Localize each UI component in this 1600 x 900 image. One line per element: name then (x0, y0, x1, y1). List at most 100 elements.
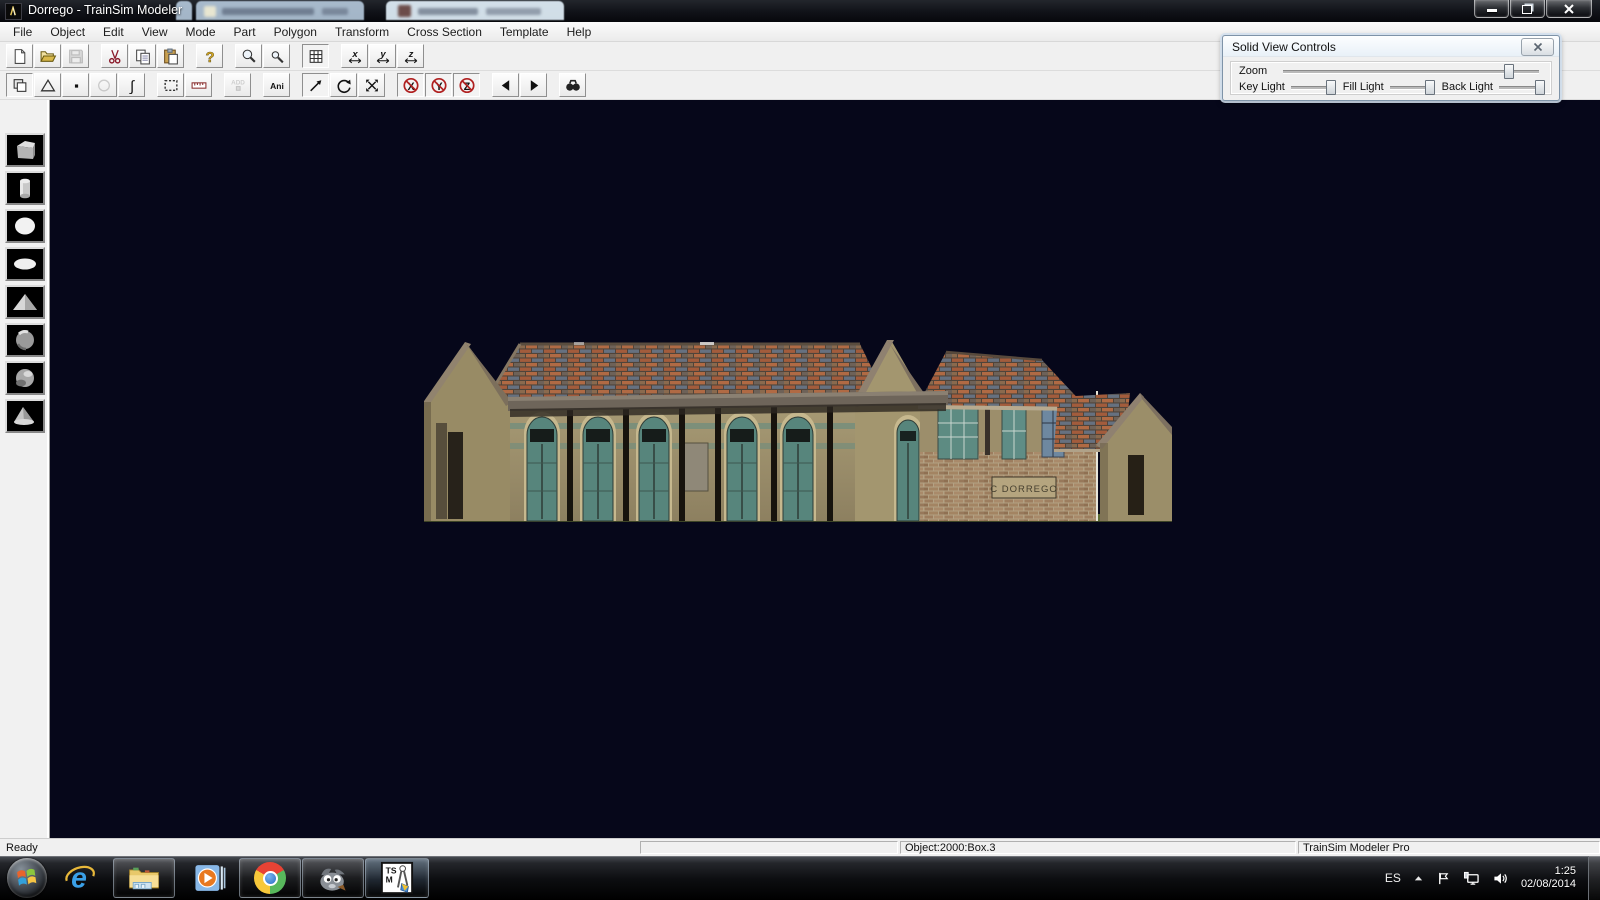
primitive-cylinder-button[interactable] (5, 171, 45, 205)
gimp-taskbar-button[interactable] (302, 858, 364, 898)
action-center-flag-icon[interactable] (1436, 871, 1451, 886)
viewport-3d[interactable]: C DORREGO (50, 100, 1600, 838)
volume-icon[interactable] (1492, 871, 1509, 886)
toolbar-open-button[interactable] (34, 44, 61, 68)
menu-file[interactable]: File (4, 23, 41, 41)
primitive-pyramid-button[interactable] (5, 285, 45, 319)
ani-icon: Ani (268, 77, 286, 94)
slider-thumb[interactable] (1326, 80, 1336, 95)
menu-transform[interactable]: Transform (326, 23, 398, 41)
primitive-geosphere-2-button[interactable] (5, 361, 45, 395)
primitive-box-button[interactable] (5, 133, 45, 167)
toolbar-new-button[interactable] (6, 44, 33, 68)
slider-thumb[interactable] (1425, 80, 1435, 95)
toolbar-triangle-mode-button[interactable] (34, 73, 61, 97)
trainsim-modeler-taskbar-button[interactable]: TSM (365, 858, 429, 898)
back-light-slider[interactable] (1499, 80, 1543, 94)
prim-pyramid-icon (10, 289, 40, 315)
toolbar-help-button[interactable]: ? (196, 44, 223, 68)
menu-help[interactable]: Help (558, 23, 601, 41)
station-door (724, 412, 760, 521)
primitives-panel (0, 100, 50, 838)
menu-cross-section[interactable]: Cross Section (398, 23, 491, 41)
windows-media-player-taskbar-button[interactable] (185, 858, 235, 898)
toolbar-previous-button[interactable] (492, 73, 519, 97)
toolbar-zoom-out-button[interactable] (263, 44, 290, 68)
windows-explorer-taskbar-button[interactable] (113, 858, 175, 898)
toolbar-lock-y-button[interactable]: Y (425, 73, 452, 97)
grid-icon (307, 48, 325, 65)
toolbar-marquee-select-button[interactable] (157, 73, 184, 97)
menu-polygon[interactable]: Polygon (265, 23, 326, 41)
show-desktop-button[interactable] (1588, 856, 1600, 900)
google-chrome-taskbar-button[interactable] (239, 858, 301, 898)
toolbar-axis-y-button[interactable]: y (369, 44, 396, 68)
prim-cylinder-icon (10, 175, 40, 201)
toolbar-point-mode-button[interactable] (62, 73, 89, 97)
primitive-oblate-spheroid-button[interactable] (5, 247, 45, 281)
tray-chevron-icon[interactable] (1413, 873, 1424, 884)
next-triangle-icon (525, 77, 543, 94)
start-button[interactable] (7, 858, 47, 898)
network-icon[interactable] (1463, 871, 1480, 886)
awning-post (715, 397, 721, 521)
menu-view[interactable]: View (133, 23, 177, 41)
toolbar-lock-z-button[interactable]: Z (453, 73, 480, 97)
menu-edit[interactable]: Edit (94, 23, 133, 41)
prim-cone-icon (10, 403, 40, 429)
move-arrow-icon (307, 77, 325, 94)
panel-close-button[interactable] (1521, 38, 1554, 56)
toolbar-animation-button[interactable]: Ani (263, 73, 290, 97)
slider-track[interactable] (1283, 70, 1539, 74)
toolbar-zoom-in-button[interactable] (235, 44, 262, 68)
status-object-info: Object:2000:Box.3 (900, 841, 1296, 854)
primitive-geosphere-button[interactable] (5, 323, 45, 357)
slider-thumb[interactable] (1504, 64, 1514, 79)
zoom-slider[interactable] (1283, 64, 1539, 78)
toolbar-scale-button[interactable] (358, 73, 385, 97)
toolbar-box-mode-button[interactable] (6, 73, 33, 97)
toolbar-axis-z-button[interactable]: z (397, 44, 424, 68)
marquee-icon (162, 77, 180, 94)
primitive-cone-button[interactable] (5, 399, 45, 433)
close-button[interactable] (1546, 0, 1592, 18)
toolbar-paste-button[interactable] (157, 44, 184, 68)
toolbar-move-button[interactable] (302, 73, 329, 97)
toolbar-save-button[interactable] (62, 44, 89, 68)
key-light-slider[interactable] (1291, 80, 1335, 94)
svg-text:M: M (386, 875, 393, 885)
status-cell-empty (640, 841, 898, 854)
internet-explorer-taskbar-button[interactable]: e (57, 858, 103, 898)
toolbar-find-button[interactable] (559, 73, 586, 97)
restore-button[interactable] (1510, 0, 1545, 18)
toolbar-next-button[interactable] (520, 73, 547, 97)
minimize-button[interactable] (1474, 0, 1509, 18)
primitive-sphere-button[interactable] (5, 209, 45, 243)
station-door (580, 412, 616, 521)
menu-mode[interactable]: Mode (177, 23, 225, 41)
toolbar-group: ∫ (6, 73, 146, 97)
toolbar-grid-button[interactable] (302, 44, 329, 68)
clock-date: 02/08/2014 (1521, 878, 1576, 891)
toolbar-cut-button[interactable] (101, 44, 128, 68)
toolbar-lock-x-button[interactable]: X (397, 73, 424, 97)
toolbar-circle-mode-button[interactable] (90, 73, 117, 97)
solid-view-controls-panel: Solid View Controls Zoom Key Light Fill … (1222, 35, 1560, 101)
ie-icon: e (62, 861, 98, 895)
toolbar-copy-button[interactable] (129, 44, 156, 68)
menu-template[interactable]: Template (491, 23, 558, 41)
svg-text:y: y (379, 49, 386, 60)
clock[interactable]: 1:25 02/08/2014 (1521, 865, 1576, 891)
menu-part[interactable]: Part (225, 23, 265, 41)
slider-thumb[interactable] (1535, 80, 1545, 95)
language-indicator[interactable]: ES (1385, 871, 1401, 885)
toolbar-axis-x-button[interactable]: x (341, 44, 368, 68)
toolbar-rotate-button[interactable] (330, 73, 357, 97)
menu-object[interactable]: Object (41, 23, 94, 41)
scale-icon (363, 77, 381, 94)
toolbar-measure-button[interactable] (185, 73, 212, 97)
close-icon (1563, 3, 1575, 15)
fill-light-slider[interactable] (1390, 80, 1434, 94)
toolbar-spline-mode-button[interactable]: ∫ (118, 73, 145, 97)
toolbar-add-part-button[interactable]: ADD (224, 73, 251, 97)
